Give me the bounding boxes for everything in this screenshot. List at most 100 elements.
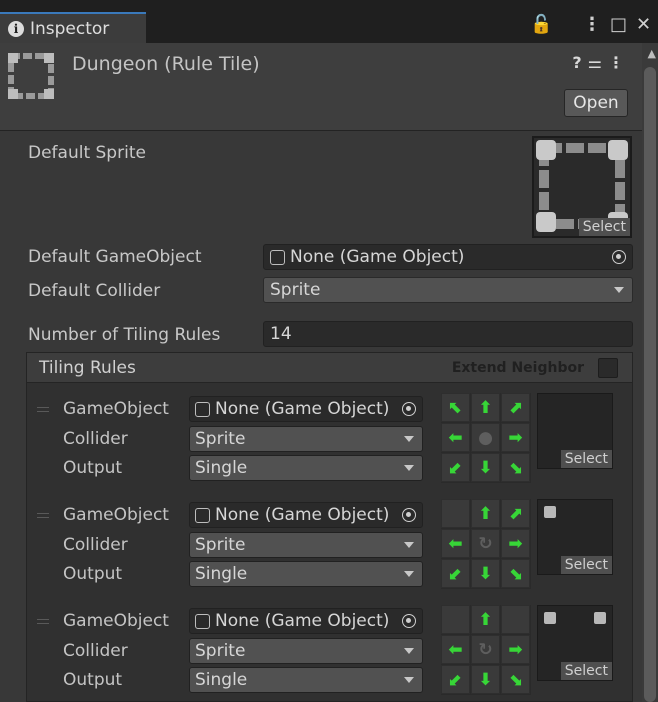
neighbor-cell-center[interactable]: ● [471,423,500,452]
neighbor-cell-n[interactable]: ⬆ [471,605,500,634]
inspector-header: Dungeon (Rule Tile) ?⚌⋮ Open [0,43,642,131]
neighbor-cell-se[interactable]: ⬊ [501,665,530,694]
neighbor-cell-w[interactable]: ⬅ [441,635,470,664]
neighbor-cell-e[interactable]: ➡ [501,423,530,452]
rule-output-label: Output [63,670,123,690]
gameobject-cube-icon [195,507,210,523]
rule-output-value: Single [195,564,248,584]
close-icon[interactable]: ✕ [636,14,651,35]
drag-handle-icon[interactable] [37,619,49,624]
chevron-down-icon [404,436,414,442]
neighbor-cell-nw[interactable]: ⬉ [441,393,470,422]
neighbor-cell-se[interactable]: ⬊ [501,559,530,588]
scroll-up-arrow-icon[interactable]: ▲ [648,47,656,60]
neighbor-cell-n[interactable]: ⬆ [471,499,500,528]
neighbor-cell-nw[interactable] [441,499,470,528]
tiling-rules-count-value: 14 [270,324,292,344]
tab-bar: i Inspector 🔓 ⋮ □ ✕ [0,0,658,43]
rule-gameobject-value: None (Game Object) [215,399,390,419]
default-sprite-field[interactable]: Select [532,136,632,238]
neighbor-cell-sw[interactable]: ⬋ [441,559,470,588]
rule-tile-asset-icon [8,53,54,99]
gameobject-cube-icon [195,613,210,629]
tab-inspector[interactable]: i Inspector [0,12,146,43]
rule-collider-label: Collider [63,535,128,555]
neighbor-cell-nw[interactable] [441,605,470,634]
rule-sprite-field[interactable]: Select [537,605,613,681]
object-picker-icon[interactable] [402,614,416,628]
maximize-icon[interactable]: □ [610,14,627,35]
help-icon[interactable]: ? [572,53,587,72]
object-picker-icon[interactable] [612,250,626,264]
lock-icon[interactable]: 🔓 [530,14,552,35]
chevron-down-icon [614,287,624,293]
rule-sprite-select-button[interactable]: Select [560,450,612,468]
sprite-select-button[interactable]: Select [578,218,630,236]
extend-neighbor-checkbox[interactable] [598,358,618,378]
rule-collider-label: Collider [63,429,128,449]
rule-output-dropdown[interactable]: Single [189,561,423,587]
rule-gameobject-label: GameObject [63,399,169,419]
tiling-rule: GameObject None (Game Object) Collider S… [27,499,632,599]
rule-gameobject-label: GameObject [63,505,169,525]
rule-collider-value: Sprite [195,641,246,661]
rule-collider-dropdown[interactable]: Sprite [189,638,423,664]
neighbor-grid: ⬆ ⬅ ↻ ➡ ⬋ ⬇ ⬊ [441,605,531,695]
default-collider-value: Sprite [270,280,321,300]
asset-title: Dungeon (Rule Tile) [72,53,260,75]
rule-gameobject-field[interactable]: None (Game Object) [189,502,423,528]
chevron-down-icon [404,465,414,471]
rule-sprite-field[interactable]: Select [537,393,613,469]
neighbor-cell-ne[interactable]: ⬈ [501,393,530,422]
default-gameobject-field[interactable]: None (Game Object) [263,244,633,270]
default-gameobject-label: Default GameObject [28,247,202,267]
chevron-down-icon [404,542,414,548]
settings-sliders-icon[interactable]: ⚌ [588,53,608,72]
scrollbar-thumb[interactable] [644,67,656,702]
rule-sprite-select-button[interactable]: Select [560,556,612,574]
neighbor-cell-s[interactable]: ⬇ [471,665,500,694]
neighbor-cell-n[interactable]: ⬆ [471,393,500,422]
rule-output-label: Output [63,458,123,478]
rule-collider-dropdown[interactable]: Sprite [189,426,423,452]
gameobject-cube-icon [195,401,210,417]
tiling-rules-count-label: Number of Tiling Rules [28,325,221,345]
drag-handle-icon[interactable] [37,513,49,518]
more-icon[interactable]: ⋮ [608,53,630,72]
tiling-rules-count-input[interactable]: 14 [263,321,633,347]
neighbor-cell-se[interactable]: ⬊ [501,453,530,482]
neighbor-cell-ne[interactable] [501,605,530,634]
gameobject-cube-icon [270,249,285,265]
rule-sprite-select-button[interactable]: Select [560,662,612,680]
more-icon[interactable]: ⋮ [583,14,601,35]
neighbor-cell-center[interactable]: ↻ [471,529,500,558]
neighbor-grid: ⬆ ⬈ ⬅ ↻ ➡ ⬋ ⬇ ⬊ [441,499,531,589]
default-collider-dropdown[interactable]: Sprite [263,277,633,303]
chevron-down-icon [404,571,414,577]
neighbor-cell-s[interactable]: ⬇ [471,559,500,588]
rule-output-value: Single [195,670,248,690]
neighbor-cell-s[interactable]: ⬇ [471,453,500,482]
rule-output-dropdown[interactable]: Single [189,455,423,481]
neighbor-cell-w[interactable]: ⬅ [441,423,470,452]
open-button[interactable]: Open [564,89,628,117]
header-icons[interactable]: ?⚌⋮ [572,53,630,72]
object-picker-icon[interactable] [402,508,416,522]
tiling-rules-title: Tiling Rules [39,358,136,378]
object-picker-icon[interactable] [402,402,416,416]
rule-collider-dropdown[interactable]: Sprite [189,532,423,558]
neighbor-cell-e[interactable]: ➡ [501,529,530,558]
neighbor-cell-w[interactable]: ⬅ [441,529,470,558]
rule-sprite-field[interactable]: Select [537,499,613,575]
neighbor-cell-sw[interactable]: ⬋ [441,453,470,482]
default-collider-label: Default Collider [28,281,161,301]
rule-output-dropdown[interactable]: Single [189,667,423,693]
neighbor-cell-center[interactable]: ↻ [471,635,500,664]
rule-gameobject-field[interactable]: None (Game Object) [189,396,423,422]
rule-output-value: Single [195,458,248,478]
neighbor-cell-ne[interactable]: ⬈ [501,499,530,528]
drag-handle-icon[interactable] [37,407,49,412]
neighbor-cell-sw[interactable]: ⬋ [441,665,470,694]
neighbor-cell-e[interactable]: ➡ [501,635,530,664]
rule-gameobject-field[interactable]: None (Game Object) [189,608,423,634]
